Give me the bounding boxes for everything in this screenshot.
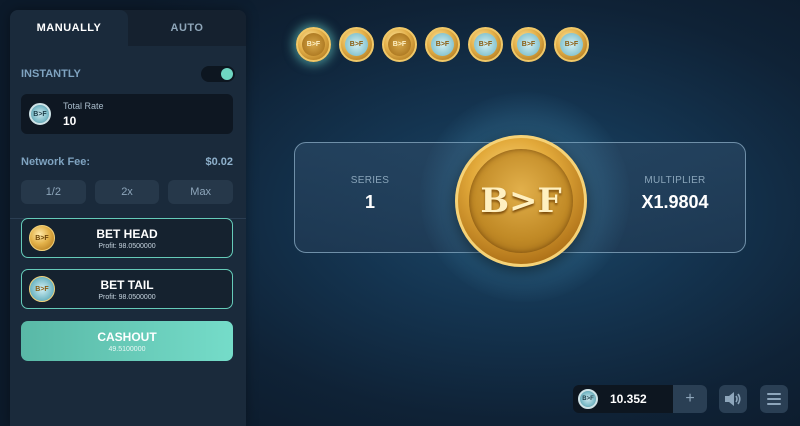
history-coin: B>F	[382, 27, 417, 62]
tab-manually[interactable]: MANUALLY	[10, 10, 128, 46]
mode-tabs: MANUALLY AUTO	[10, 10, 246, 46]
cashout-button[interactable]: CASHOUT 49.5100000	[21, 321, 233, 361]
tail-coin-icon: B>F	[29, 276, 55, 302]
balance-box: B>F 10.352 +	[573, 385, 707, 413]
instantly-label: INSTANTLY	[21, 68, 81, 80]
total-rate-value[interactable]: 10	[63, 114, 104, 128]
multiplier-value: X1.9804	[641, 192, 709, 212]
series-stat: SERIES 1	[335, 175, 405, 213]
instantly-row: INSTANTLY	[21, 66, 235, 82]
multiplier-stat: MULTIPLIER X1.9804	[625, 175, 725, 213]
max-button[interactable]: Max	[168, 180, 234, 204]
coin-logo-icon: B>F	[469, 149, 573, 253]
coin-face-icon: B>F	[431, 33, 454, 56]
menu-button[interactable]	[760, 385, 788, 413]
history-coin: B>F	[339, 27, 374, 62]
sound-button[interactable]	[719, 385, 747, 413]
coin-history: B>F B>F B>F B>F B>F B>F B>F	[296, 27, 589, 62]
network-fee-row: Network Fee: $0.02	[21, 156, 233, 168]
coin-face-icon: B>F	[345, 33, 368, 56]
history-coin: B>F	[468, 27, 503, 62]
half-button[interactable]: 1/2	[21, 180, 86, 204]
hamburger-menu-icon	[767, 393, 781, 405]
toggle-knob	[221, 68, 233, 80]
multiplier-label: MULTIPLIER	[644, 175, 706, 186]
coin-face-icon: B>F	[388, 33, 411, 56]
bet-panel: MANUALLY AUTO INSTANTLY B>F Total Rate 1…	[10, 10, 246, 426]
coin-face-icon: B>F	[517, 33, 540, 56]
coin-face-icon: B>F	[302, 33, 325, 56]
token-chip-icon: B>F	[578, 389, 598, 409]
total-rate-label: Total Rate	[63, 100, 104, 111]
speaker-icon	[725, 392, 741, 406]
series-value: 1	[364, 192, 375, 212]
bet-tail-button[interactable]: B>F BET TAIL Profit: 98.0500000	[21, 269, 233, 309]
total-rate-field[interactable]: B>F Total Rate 10	[21, 94, 233, 134]
cashout-amount: 49.5100000	[108, 345, 146, 353]
cashout-label: CASHOUT	[97, 329, 157, 344]
history-coin: B>F	[425, 27, 460, 62]
add-funds-button[interactable]: +	[673, 385, 707, 413]
network-fee-label: Network Fee:	[21, 156, 91, 168]
head-coin-icon: B>F	[29, 225, 55, 251]
series-label: SERIES	[350, 175, 390, 186]
main-coin: B>F	[455, 135, 587, 267]
coin-face-icon: B>F	[560, 33, 583, 56]
token-chip-icon: B>F	[29, 103, 51, 125]
history-coin: B>F	[554, 27, 589, 62]
bet-head-button[interactable]: B>F BET HEAD Profit: 98.0500000	[21, 218, 233, 258]
double-button[interactable]: 2x	[94, 180, 160, 204]
coin-face-icon: B>F	[474, 33, 497, 56]
balance-value: 10.352	[610, 392, 647, 406]
history-coin: B>F	[296, 27, 331, 62]
tab-auto[interactable]: AUTO	[128, 10, 246, 46]
instantly-toggle[interactable]	[201, 66, 235, 82]
history-coin: B>F	[511, 27, 546, 62]
quick-amount-buttons: 1/2 2x Max	[21, 180, 234, 204]
network-fee-value: $0.02	[205, 156, 233, 168]
